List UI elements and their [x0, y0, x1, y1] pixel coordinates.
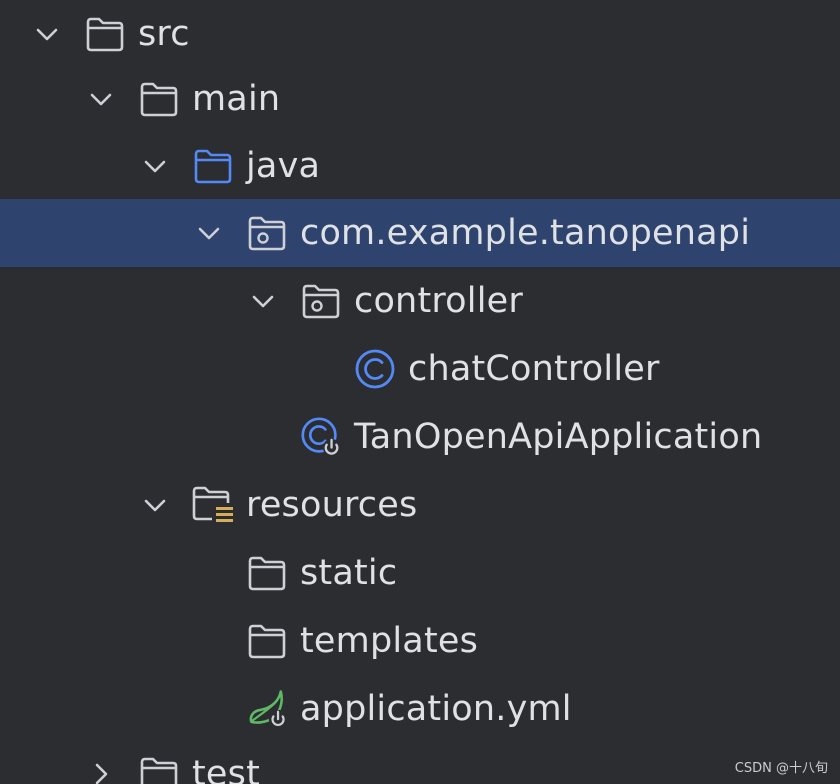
resources-folder-icon	[190, 471, 236, 539]
tree-item-label: main	[192, 79, 281, 119]
tree-item-label: src	[138, 14, 190, 54]
java-class-icon	[352, 335, 398, 403]
chevron-down-icon[interactable]	[140, 132, 170, 200]
chevron-down-icon[interactable]	[86, 65, 116, 133]
tree-item-src[interactable]: src	[0, 0, 840, 68]
tree-item-label: test	[192, 754, 261, 784]
tree-item-label: TanOpenApiApplication	[354, 417, 763, 457]
tree-item-label: com.example.tanopenapi	[300, 213, 751, 253]
package-icon	[244, 199, 290, 267]
folder-icon	[136, 740, 182, 784]
tree-item-label: java	[246, 146, 321, 186]
folder-icon	[82, 0, 128, 68]
source-folder-icon	[190, 132, 236, 200]
spring-config-icon	[244, 675, 290, 743]
tree-item-application-class[interactable]: TanOpenApiApplication	[0, 403, 840, 471]
chevron-down-icon[interactable]	[248, 267, 278, 335]
watermark: CSDN @十八旬	[734, 761, 828, 776]
tree-item-label: static	[300, 553, 398, 593]
project-tree: src main java com.example.tanopenapi con…	[0, 0, 840, 784]
tree-item-static[interactable]: static	[0, 539, 840, 607]
tree-item-templates[interactable]: templates	[0, 607, 840, 675]
tree-item-application-yml[interactable]: application.yml	[0, 675, 840, 743]
tree-item-controller[interactable]: controller	[0, 267, 840, 335]
spring-boot-app-icon	[298, 403, 344, 471]
chevron-down-icon[interactable]	[32, 0, 62, 68]
tree-item-package-root[interactable]: com.example.tanopenapi	[0, 199, 840, 267]
tree-item-java[interactable]: java	[0, 132, 840, 200]
folder-icon	[244, 539, 290, 607]
package-icon	[298, 267, 344, 335]
tree-item-resources[interactable]: resources	[0, 471, 840, 539]
folder-icon	[136, 65, 182, 133]
chevron-right-icon[interactable]	[86, 740, 116, 784]
tree-item-test[interactable]: test	[0, 740, 840, 784]
tree-item-label: chatController	[408, 349, 660, 389]
tree-item-main[interactable]: main	[0, 65, 840, 133]
tree-item-label: application.yml	[300, 689, 572, 729]
tree-item-chat-controller[interactable]: chatController	[0, 335, 840, 403]
folder-icon	[244, 607, 290, 675]
chevron-down-icon[interactable]	[194, 199, 224, 267]
tree-item-label: resources	[246, 485, 418, 525]
tree-item-label: templates	[300, 621, 479, 661]
chevron-down-icon[interactable]	[140, 471, 170, 539]
tree-item-label: controller	[354, 281, 523, 321]
